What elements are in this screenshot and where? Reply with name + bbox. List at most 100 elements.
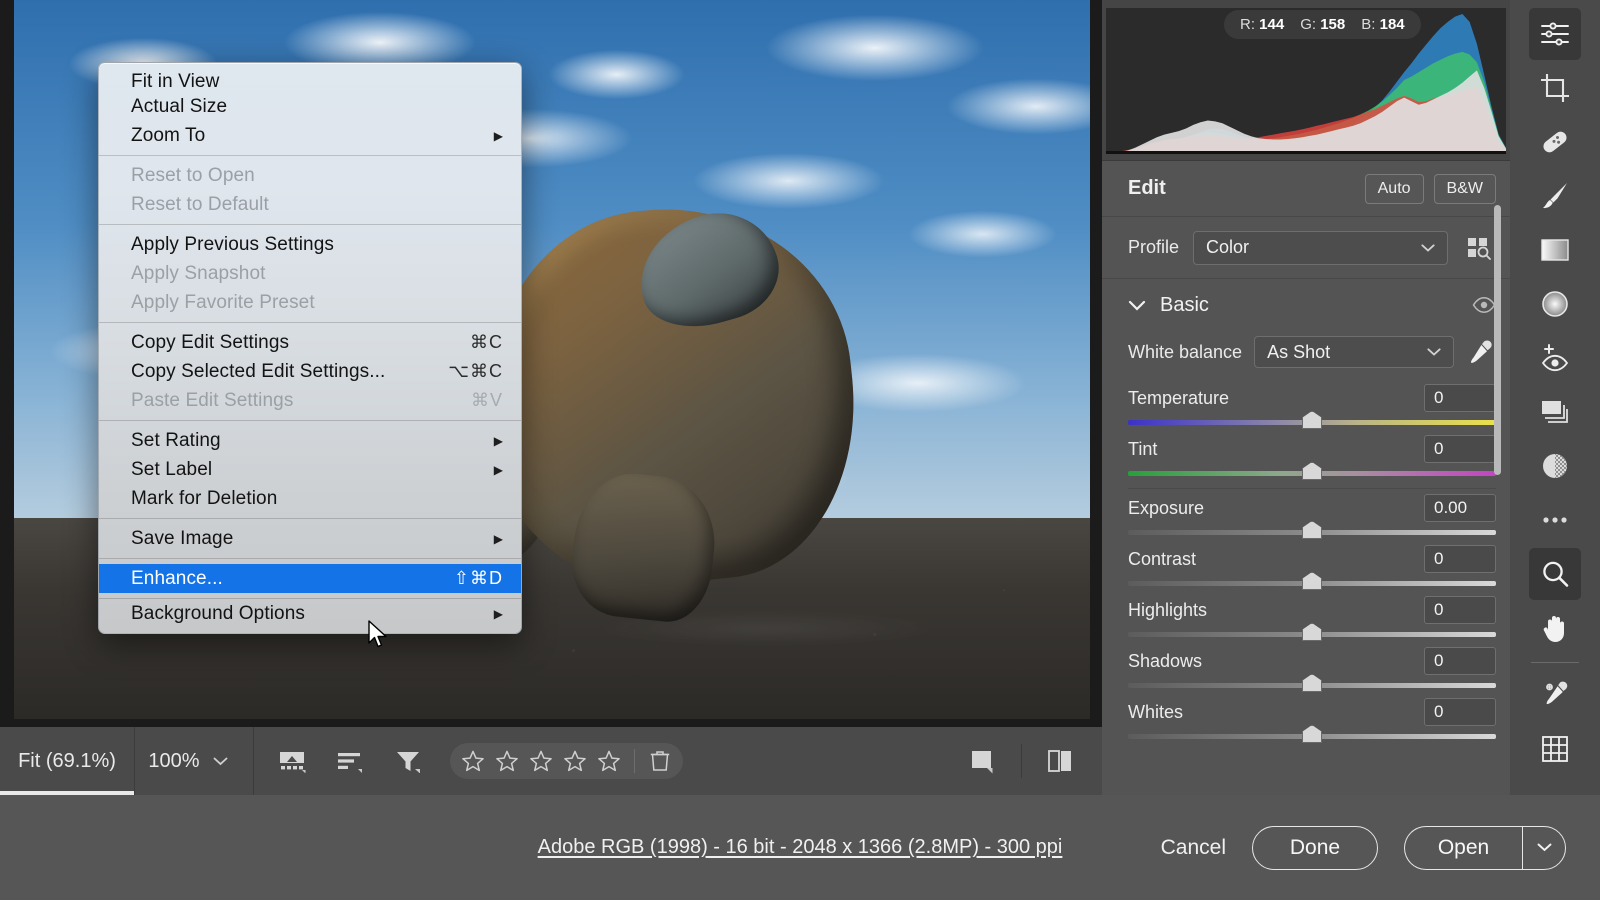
trash-icon[interactable] (647, 748, 673, 774)
rgb-b-label: B: (1361, 16, 1375, 33)
edit-panel-header: Edit Auto B&W (1102, 161, 1510, 217)
slider-value-highlights[interactable]: 0 (1424, 596, 1496, 624)
slider-value-shadows[interactable]: 0 (1424, 647, 1496, 675)
grid-overlay-icon[interactable] (1529, 723, 1581, 775)
view-toolbar: Fit (69.1%) 100% (0, 727, 1102, 795)
healing-brush-icon[interactable] (1529, 116, 1581, 168)
slider-track-contrast[interactable] (1128, 581, 1496, 586)
eyedropper-icon[interactable] (1466, 337, 1496, 367)
slider-handle-highlights[interactable] (1302, 623, 1322, 641)
menu-item-fit-in-view[interactable]: Fit in View (99, 63, 521, 92)
menu-item-mark-for-deletion[interactable]: Mark for Deletion (99, 484, 521, 513)
open-chevron-icon[interactable] (1522, 826, 1566, 870)
menu-item-copy-edit-settings[interactable]: Copy Edit Settings⌘C (99, 328, 521, 357)
slider-track-shadows[interactable] (1128, 683, 1496, 688)
slider-value-contrast[interactable]: 0 (1424, 545, 1496, 573)
slider-track-temperature[interactable] (1128, 420, 1496, 425)
bw-button-label: B&W (1447, 180, 1483, 198)
menu-item-save-image[interactable]: Save Image▶ (99, 524, 521, 553)
slider-handle-contrast[interactable] (1302, 572, 1322, 590)
zoom-tool-icon[interactable] (1529, 548, 1581, 600)
radial-gradient-icon[interactable] (1529, 278, 1581, 330)
view-single-icon[interactable] (967, 745, 999, 777)
menu-item-reset-to-open: Reset to Open (99, 161, 521, 190)
zoom-percent-button[interactable]: 100% (135, 750, 213, 773)
basic-section-header[interactable]: Basic (1102, 279, 1510, 331)
menu-item-copy-selected-edit-settings[interactable]: Copy Selected Edit Settings...⌥⌘C (99, 357, 521, 386)
fill-background-icon[interactable] (276, 745, 308, 777)
cancel-button-label: Cancel (1161, 836, 1226, 859)
view-divider (1021, 744, 1022, 778)
bw-button[interactable]: B&W (1434, 174, 1496, 204)
slider-row-whites: Whites0 (1128, 697, 1496, 727)
slider-track-exposure[interactable] (1128, 530, 1496, 535)
cancel-button[interactable]: Cancel (1161, 836, 1226, 860)
slider-label-tint: Tint (1128, 439, 1157, 460)
menu-item-actual-size[interactable]: Actual Size (99, 92, 521, 121)
slider-handle-exposure[interactable] (1302, 521, 1322, 539)
red-eye-icon[interactable] (1529, 332, 1581, 384)
star-3[interactable] (528, 748, 554, 774)
sort-order-icon[interactable] (334, 745, 366, 777)
slider-handle-tint[interactable] (1302, 462, 1322, 480)
slider-handle-shadows[interactable] (1302, 674, 1322, 692)
slider-value-whites[interactable]: 0 (1424, 698, 1496, 726)
done-button[interactable]: Done (1252, 826, 1378, 870)
basic-collapse-icon[interactable] (1128, 300, 1146, 311)
menu-separator (99, 518, 521, 519)
rating-control[interactable] (450, 743, 683, 779)
menu-item-set-rating[interactable]: Set Rating▶ (99, 426, 521, 455)
menu-item-background-options[interactable]: Background Options▶ (99, 604, 521, 633)
auto-button[interactable]: Auto (1365, 174, 1424, 204)
star-5[interactable] (596, 748, 622, 774)
menu-item-set-label[interactable]: Set Label▶ (99, 455, 521, 484)
menu-item-apply-snapshot: Apply Snapshot (99, 259, 521, 288)
star-1[interactable] (460, 748, 486, 774)
auto-button-label: Auto (1378, 180, 1411, 198)
rail-separator (1531, 662, 1579, 663)
edit-sliders-icon[interactable] (1529, 8, 1581, 60)
slider-value-exposure[interactable]: 0.00 (1424, 494, 1496, 522)
crop-icon[interactable] (1529, 62, 1581, 114)
slider-value-temperature[interactable]: 0 (1424, 384, 1496, 412)
star-2[interactable] (494, 748, 520, 774)
slider-row-shadows: Shadows0 (1128, 646, 1496, 676)
slider-handle-temperature[interactable] (1302, 411, 1322, 429)
rgb-b-value: 184 (1380, 16, 1405, 33)
toolbar-divider-2 (253, 727, 254, 795)
menu-item-label: Paste Edit Settings (131, 390, 293, 412)
texture-icon[interactable] (1529, 440, 1581, 492)
filter-icon[interactable] (392, 745, 424, 777)
white-balance-select[interactable]: As Shot (1254, 336, 1454, 368)
chevron-down-icon (1427, 348, 1441, 356)
white-balance-row: White balance As Shot (1102, 331, 1510, 373)
eye-icon[interactable] (1472, 297, 1496, 313)
layers-icon[interactable] (1529, 386, 1581, 438)
linear-gradient-icon[interactable] (1529, 224, 1581, 276)
open-button[interactable]: Open (1404, 826, 1522, 870)
menu-item-enhance[interactable]: Enhance...⇧⌘D (99, 564, 521, 593)
slider-handle-whites[interactable] (1302, 725, 1322, 743)
view-before-after-icon[interactable] (1044, 745, 1076, 777)
profile-select[interactable]: Color (1193, 231, 1448, 265)
slider-value-tint[interactable]: 0 (1424, 435, 1496, 463)
context-menu[interactable]: Fit in ViewActual SizeZoom To▶ Reset to O… (98, 62, 522, 634)
menu-item-apply-previous-settings[interactable]: Apply Previous Settings (99, 230, 521, 259)
color-sampler-icon[interactable] (1529, 669, 1581, 721)
star-4[interactable] (562, 748, 588, 774)
slider-track-whites[interactable] (1128, 734, 1496, 739)
slider-track-highlights[interactable] (1128, 632, 1496, 637)
adjustment-brush-icon[interactable] (1529, 170, 1581, 222)
menu-item-label: Zoom To (131, 125, 205, 147)
menu-item-label: Set Rating (131, 430, 221, 452)
edit-panel-scrollbar[interactable] (1494, 205, 1501, 475)
menu-item-zoom-to[interactable]: Zoom To▶ (99, 121, 521, 150)
menu-separator (99, 155, 521, 156)
more-options-icon[interactable] (1529, 494, 1581, 546)
slider-track-tint[interactable] (1128, 471, 1496, 476)
profile-browser-icon[interactable] (1462, 231, 1496, 265)
zoom-chevron-icon[interactable] (213, 757, 253, 766)
hand-tool-icon[interactable] (1529, 602, 1581, 654)
fit-zoom-button[interactable]: Fit (69.1%) (0, 727, 134, 795)
menu-item-shortcut: ⇧⌘D (454, 568, 503, 589)
